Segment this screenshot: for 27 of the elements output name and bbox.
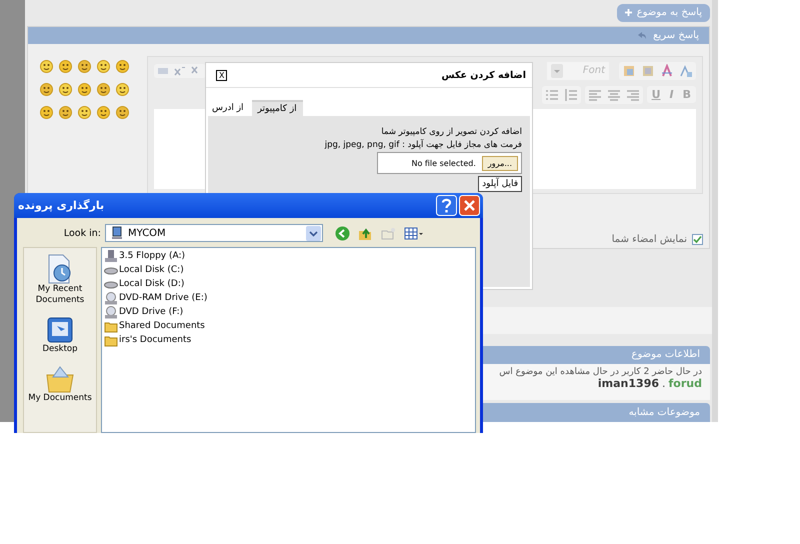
instruction-text: اضافه کردن تصویر از روی کامپیوتر شما: [381, 126, 522, 139]
viewers-text: در حال حاضر 2 کاربر در حال مشاهده این موضوع اس: [499, 366, 702, 377]
browse-button[interactable]: مرور...: [482, 156, 518, 170]
place-item[interactable]: Desktop: [25, 316, 95, 355]
user-link[interactable]: iman1396: [598, 376, 660, 390]
window-title: بارگذاری پرونده: [18, 199, 104, 212]
tab[interactable]: از کامپیوتر: [252, 100, 303, 116]
checkbox-label: نمایش امضاء شما: [612, 234, 687, 245]
place-item[interactable]: My Documents: [25, 365, 95, 404]
file-item[interactable]: Local Disk (C:): [104, 263, 473, 277]
look-in-dropdown[interactable]: MYCOM: [105, 224, 323, 242]
instruction-text: فرمت های مجاز فایل جهت آپلود : jpg, jpeg, png, gif: [324, 139, 522, 152]
separator-text: .: [662, 376, 666, 390]
file-item[interactable]: Local Disk (D:): [104, 277, 473, 291]
upload-button[interactable]: فایل آپلود: [478, 176, 522, 192]
panel-title: پاسخ سریع: [653, 30, 699, 41]
file-item[interactable]: DVD-RAM Drive (E:): [104, 291, 473, 305]
place-item[interactable]: My Recent Documents: [25, 254, 95, 306]
file-item[interactable]: irs's Documents: [104, 333, 473, 347]
file-item[interactable]: Shared Documents: [104, 319, 473, 333]
file-item[interactable]: DVD Drive (F:): [104, 305, 473, 319]
dialog-title: اضافه کردن عکس: [442, 70, 526, 80]
look-in-label: Look in:: [62, 228, 102, 238]
panel-title: اطلاعات موضوع: [632, 349, 700, 360]
file-item[interactable]: 3.5 Floppy (A:): [104, 249, 473, 263]
close-button[interactable]: X: [216, 70, 228, 80]
panel-title: موضوعات مشابه: [628, 407, 700, 418]
